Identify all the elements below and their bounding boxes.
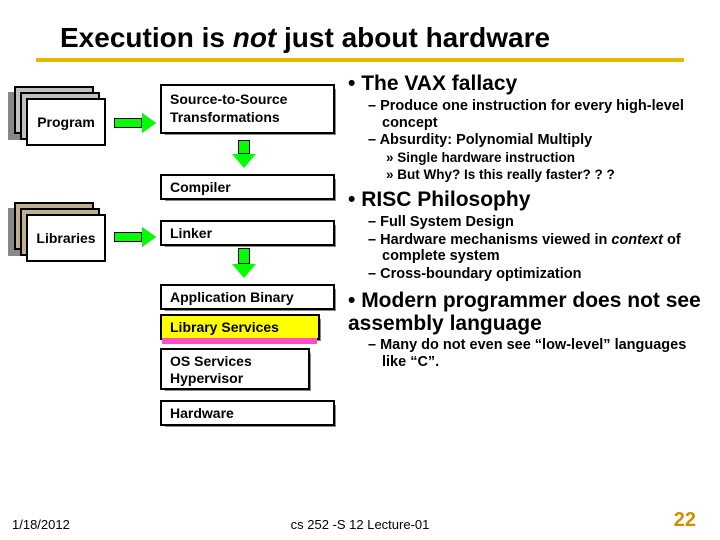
bullet-risc-sub3: Cross-boundary optimization: [368, 266, 708, 283]
slide-title: Execution is not just about hardware: [60, 22, 550, 54]
risc-sub2-pre: Hardware mechanisms viewed in: [380, 232, 611, 248]
bullet-vax: The VAX fallacy: [348, 72, 708, 96]
bullet-vax-sub1: Produce one instruction for every high-l…: [368, 98, 708, 131]
hardware-box: Hardware: [160, 400, 335, 426]
footer-date: 1/18/2012: [12, 517, 70, 532]
ossvc-line1: OS Services: [170, 353, 252, 369]
risc-sub2-ital: context: [611, 232, 663, 248]
footer-page: 22: [674, 509, 696, 532]
linker-box: Linker: [160, 220, 335, 246]
bullet-modern-sub1: Many do not even see “low-level” languag…: [368, 337, 708, 370]
pink-accent: [162, 338, 317, 344]
libsvc-label: Library Services: [170, 319, 279, 335]
title-pre: Execution is: [60, 22, 233, 53]
s2s-line1: Source-to-Source: [170, 91, 287, 107]
s2s-box: Source-to-Source Transformations: [160, 84, 335, 134]
stack-front: Libraries: [26, 214, 106, 262]
bullet-list: The VAX fallacy Produce one instruction …: [348, 70, 708, 500]
bullet-risc-sub1: Full System Design: [368, 214, 708, 231]
footer-course: cs 252 -S 12 Lecture-01: [291, 517, 430, 532]
ossvc-box: OS Services Hypervisor: [160, 348, 310, 390]
title-not: not: [233, 22, 277, 53]
appbin-box: Application Binary: [160, 284, 335, 310]
libsvc-box: Library Services: [160, 314, 320, 340]
bullet-risc: RISC Philosophy: [348, 188, 708, 212]
bullet-vax-sub2b: But Why? Is this really faster? ? ?: [386, 167, 708, 183]
hardware-label: Hardware: [170, 405, 234, 421]
pipeline-diagram: Program Source-to-Source Transformations…: [10, 70, 340, 490]
bullet-vax-sub2: Absurdity: Polynomial Multiply: [368, 132, 708, 149]
appbin-label: Application Binary: [170, 289, 294, 305]
bullet-modern: Modern programmer does not see assembly …: [348, 289, 708, 335]
s2s-line2: Transformations: [170, 109, 280, 125]
title-underline: [36, 58, 684, 62]
compiler-label: Compiler: [170, 179, 231, 195]
program-label: Program: [37, 114, 95, 130]
stack-front: Program: [26, 98, 106, 146]
linker-label: Linker: [170, 225, 212, 241]
libraries-label: Libraries: [36, 230, 95, 246]
bullet-vax-sub2a: Single hardware instruction: [386, 150, 708, 166]
compiler-box: Compiler: [160, 174, 335, 200]
bullet-risc-sub2: Hardware mechanisms viewed in context of…: [368, 232, 708, 265]
title-post: just about hardware: [276, 22, 550, 53]
ossvc-line2: Hypervisor: [170, 370, 243, 386]
